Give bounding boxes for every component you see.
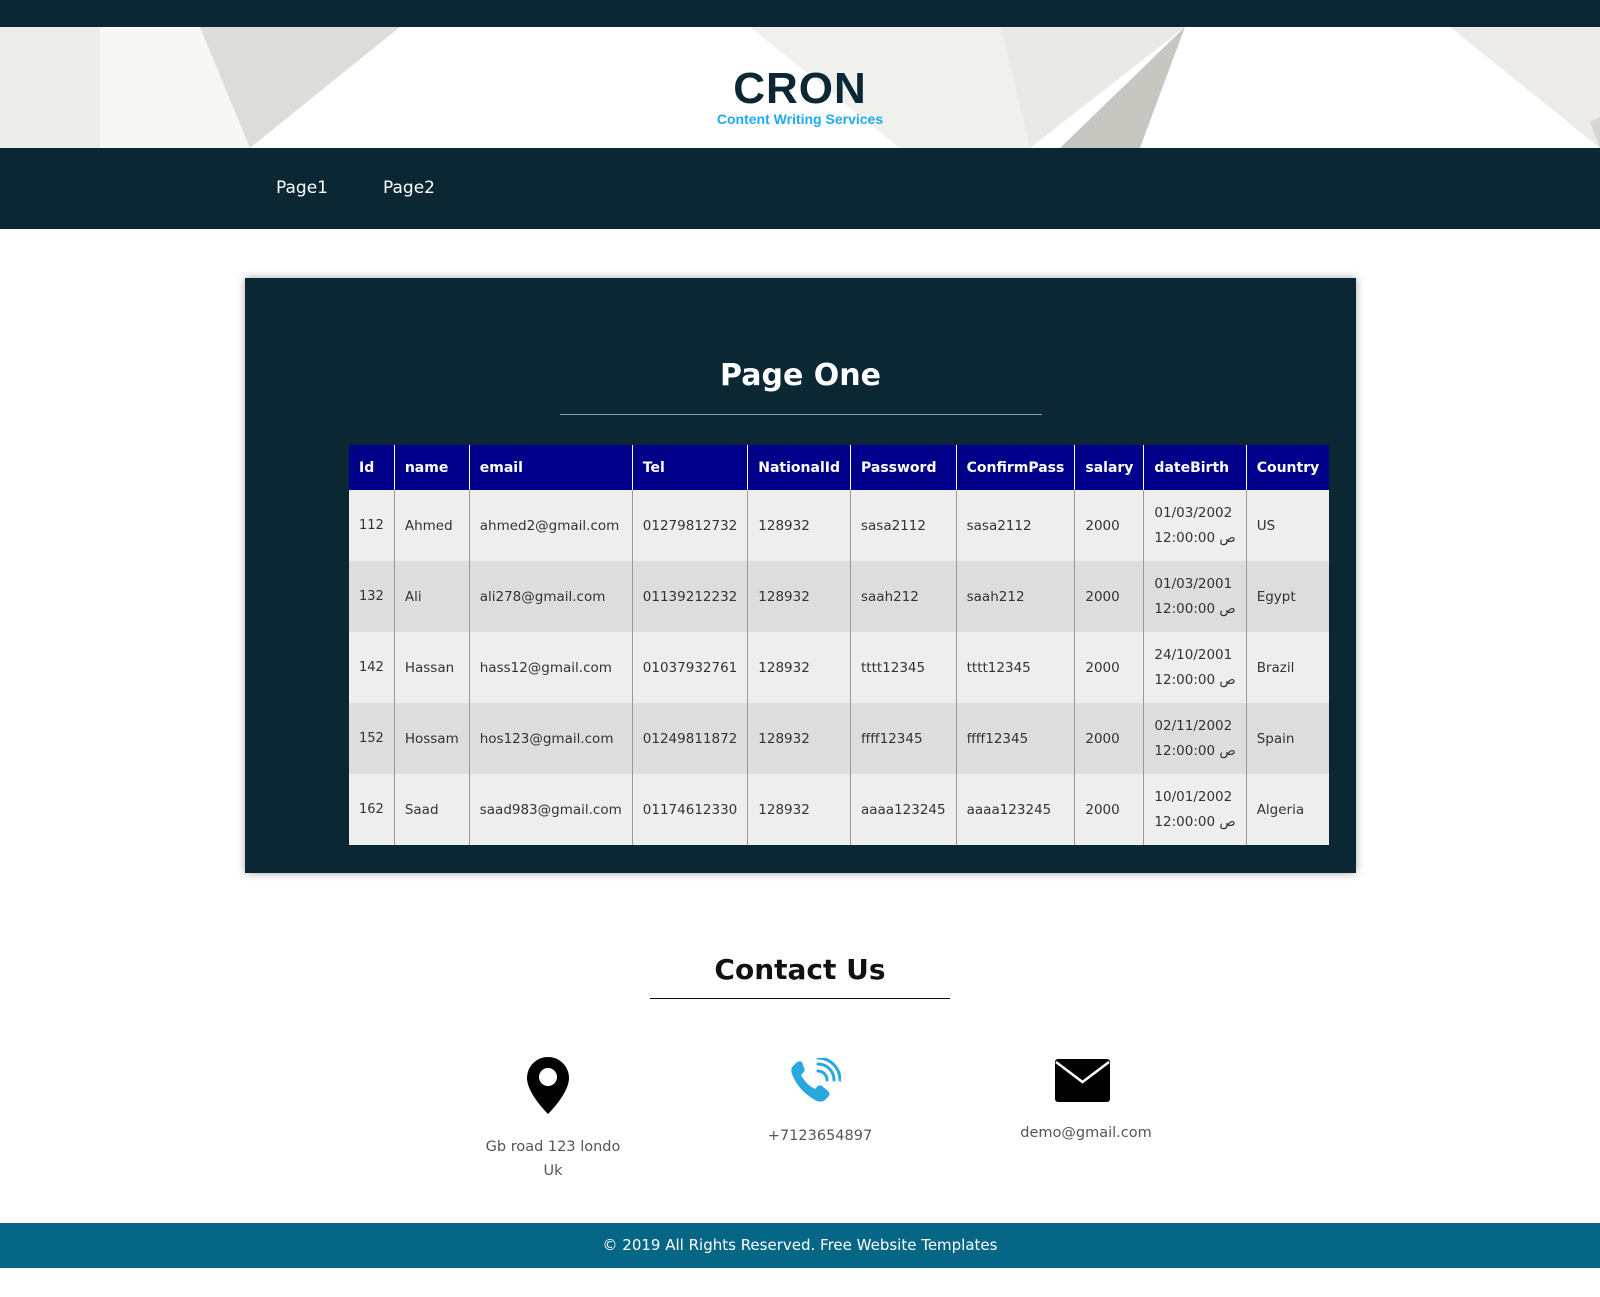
cell-name: Hassan	[393, 632, 470, 703]
users-table: Id name email Tel NationalId Password Co…	[349, 445, 1330, 845]
cell-id: 152	[349, 703, 395, 774]
brand-title: CRON	[733, 64, 867, 113]
column-header-confirmpass: ConfirmPass	[955, 445, 1075, 490]
nav-item-page2[interactable]: Page2	[383, 178, 435, 198]
cell-password: ffff12345	[849, 703, 957, 774]
cell-password: saah212	[849, 561, 957, 632]
cell-date-birth: 01/03/2001 12:00:00 ص	[1143, 561, 1247, 632]
table-row: 162 Saad saad983@gmail.com 01174612330 1…	[349, 774, 1330, 845]
cell-date: 01/03/2002	[1154, 504, 1233, 521]
phone-icon	[791, 1056, 842, 1111]
column-header-email: email	[468, 445, 633, 490]
contact-phone: +7123654897	[767, 1128, 873, 1144]
cell-tel: 01174612330	[631, 774, 748, 845]
cell-confirm-pass: tttt12345	[955, 632, 1075, 703]
cell-date: 10/01/2002	[1154, 788, 1233, 805]
cell-national-id: 128932	[747, 561, 851, 632]
column-header-name: name	[393, 445, 470, 490]
table-row: 152 Hossam hos123@gmail.com 01249811872 …	[349, 703, 1330, 774]
cell-email: hos123@gmail.com	[468, 703, 633, 774]
column-header-id: Id	[349, 445, 395, 490]
data-panel: Page One Id name email Tel NationalId Pa…	[245, 278, 1356, 873]
cell-name: Hossam	[393, 703, 470, 774]
footer-copyright: © 2019 All Rights Reserved. Free Website…	[602, 1236, 998, 1254]
cell-tel: 01279812732	[631, 490, 748, 561]
contact-divider	[650, 998, 950, 999]
cell-time: 12:00:00 ص	[1154, 529, 1236, 546]
envelope-icon	[1055, 1059, 1110, 1107]
cell-email: saad983@gmail.com	[468, 774, 633, 845]
cell-id: 142	[349, 632, 395, 703]
cell-password: aaaa123245	[849, 774, 957, 845]
cell-confirm-pass: aaaa123245	[955, 774, 1075, 845]
contact-title: Contact Us	[714, 953, 886, 986]
cell-date-birth: 24/10/2001 12:00:00 ص	[1143, 632, 1247, 703]
cell-id: 132	[349, 561, 395, 632]
table-header-row: Id name email Tel NationalId Password Co…	[349, 445, 1330, 490]
column-header-salary: salary	[1074, 445, 1144, 490]
cell-date: 24/10/2001	[1154, 646, 1233, 663]
cell-national-id: 128932	[747, 632, 851, 703]
cell-salary: 2000	[1074, 774, 1144, 845]
cell-name: Saad	[393, 774, 470, 845]
cell-name: Ali	[393, 561, 470, 632]
main-nav: Page1 Page2	[0, 148, 1600, 229]
nav-item-page1[interactable]: Page1	[276, 178, 328, 198]
cell-salary: 2000	[1074, 490, 1144, 561]
cell-date-birth: 10/01/2002 12:00:00 ص	[1143, 774, 1247, 845]
cell-national-id: 128932	[747, 703, 851, 774]
contact-address: Gb road 123 londo Uk	[470, 1135, 636, 1183]
cell-confirm-pass: saah212	[955, 561, 1075, 632]
cell-id: 112	[349, 490, 395, 561]
title-divider	[560, 414, 1042, 415]
cell-national-id: 128932	[747, 774, 851, 845]
cell-country: Egypt	[1245, 561, 1330, 632]
cell-confirm-pass: ffff12345	[955, 703, 1075, 774]
cell-tel: 01037932761	[631, 632, 748, 703]
column-header-datebirth: dateBirth	[1143, 445, 1247, 490]
cell-password: sasa2112	[849, 490, 957, 561]
cell-country: Algeria	[1245, 774, 1330, 845]
cell-salary: 2000	[1074, 561, 1144, 632]
column-header-nationalid: NationalId	[747, 445, 851, 490]
cell-time: 12:00:00 ص	[1154, 671, 1236, 688]
address-line: Uk	[543, 1163, 563, 1179]
cell-time: 12:00:00 ص	[1154, 813, 1236, 830]
map-pin-icon	[527, 1057, 569, 1119]
cell-date: 02/11/2002	[1154, 717, 1233, 734]
cell-country: US	[1245, 490, 1330, 561]
cell-confirm-pass: sasa2112	[955, 490, 1075, 561]
cell-password: tttt12345	[849, 632, 957, 703]
column-header-tel: Tel	[631, 445, 748, 490]
cell-email: ahmed2@gmail.com	[468, 490, 633, 561]
cell-tel: 01139212232	[631, 561, 748, 632]
page-title: Page One	[720, 358, 881, 393]
cell-tel: 01249811872	[631, 703, 748, 774]
cell-email: hass12@gmail.com	[468, 632, 633, 703]
cell-date-birth: 01/03/2002 12:00:00 ص	[1143, 490, 1247, 561]
contact-email: demo@gmail.com	[1020, 1125, 1152, 1141]
cell-national-id: 128932	[747, 490, 851, 561]
cell-time: 12:00:00 ص	[1154, 742, 1236, 759]
footer: © 2019 All Rights Reserved. Free Website…	[0, 1223, 1600, 1268]
brand-subtitle: Content Writing Services	[716, 111, 884, 127]
top-bar	[0, 0, 1600, 27]
table-row: 112 Ahmed ahmed2@gmail.com 01279812732 1…	[349, 490, 1330, 561]
cell-country: Spain	[1245, 703, 1330, 774]
cell-date: 01/03/2001	[1154, 575, 1233, 592]
cell-country: Brazil	[1245, 632, 1330, 703]
hero-banner: CRON Content Writing Services	[0, 27, 1600, 148]
cell-email: ali278@gmail.com	[468, 561, 633, 632]
column-header-password: Password	[849, 445, 957, 490]
cell-date-birth: 02/11/2002 12:00:00 ص	[1143, 703, 1247, 774]
cell-salary: 2000	[1074, 632, 1144, 703]
cell-time: 12:00:00 ص	[1154, 600, 1236, 617]
address-line: Gb road 123 londo	[485, 1139, 621, 1155]
column-header-country: Country	[1245, 445, 1330, 490]
table-row: 132 Ali ali278@gmail.com 01139212232 128…	[349, 561, 1330, 632]
cell-id: 162	[349, 774, 395, 845]
cell-name: Ahmed	[393, 490, 470, 561]
table-row: 142 Hassan hass12@gmail.com 01037932761 …	[349, 632, 1330, 703]
cell-salary: 2000	[1074, 703, 1144, 774]
